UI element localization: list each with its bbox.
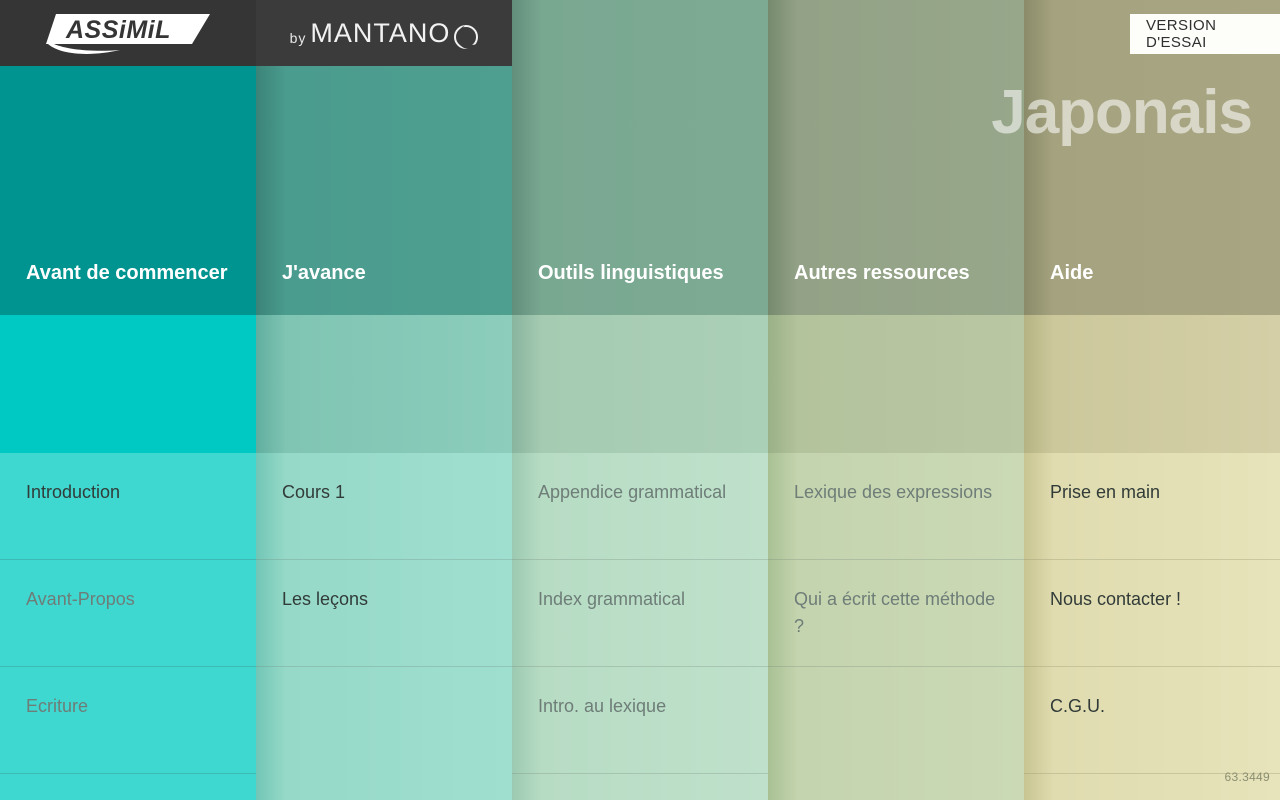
mantano-wordmark: by MANTANO: [290, 18, 479, 49]
item-list-outils-linguistiques: Appendice grammatical Index grammatical …: [512, 453, 768, 774]
trial-version-label: VERSION D'ESSAI: [1146, 17, 1217, 51]
item-list-avant-de-commencer: Introduction Avant-Propos Ecriture: [0, 453, 256, 774]
list-item[interactable]: Les leçons: [256, 560, 512, 667]
list-item-label: Intro. au lexique: [538, 696, 667, 716]
list-item-label: Appendice grammatical: [538, 482, 727, 502]
column-title: J'avance: [282, 261, 366, 284]
list-item-label: Les leçons: [282, 589, 369, 609]
moon-icon: [454, 25, 479, 49]
column-title: Outils linguistiques: [538, 261, 724, 284]
list-item-label: Introduction: [26, 482, 121, 502]
mantano-logo[interactable]: by MANTANO: [256, 0, 512, 66]
list-item[interactable]: Ecriture: [0, 667, 256, 774]
list-item-label: Index grammatical: [538, 589, 686, 609]
list-item[interactable]: Appendice grammatical: [512, 453, 768, 560]
mantano-name: MANTANO: [310, 17, 451, 48]
list-item-label: Lexique des expressions: [794, 482, 993, 502]
list-item[interactable]: Nous contacter !: [1024, 560, 1280, 667]
column-title: Avant de commencer: [26, 261, 228, 284]
trial-version-badge[interactable]: VERSION D'ESSAI: [1130, 14, 1280, 54]
item-list-autres-ressources: Lexique des expressions Qui a écrit cett…: [768, 453, 1024, 774]
list-item-label: Cours 1: [282, 482, 346, 502]
column-title: Aide: [1050, 261, 1094, 284]
list-item[interactable]: Index grammatical: [512, 560, 768, 667]
item-list-aide: Prise en main Nous contacter ! C.G.U.: [1024, 453, 1280, 774]
list-item[interactable]: Intro. au lexique: [512, 667, 768, 774]
svg-text:ASSiMiL: ASSiMiL: [65, 16, 171, 44]
app-root: Japonais ASSiMiL R by MANTANO VERSION D'…: [0, 0, 1280, 800]
list-item[interactable]: Introduction: [0, 453, 256, 560]
assimil-logo-mark: ASSiMiL R: [42, 10, 214, 56]
list-item-label: Prise en main: [1050, 482, 1161, 502]
list-item[interactable]: Lexique des expressions: [768, 453, 1024, 560]
list-item-label: Qui a écrit cette méthode ?: [794, 589, 996, 637]
assimil-logo[interactable]: ASSiMiL R: [0, 0, 256, 66]
mantano-by-label: by: [289, 30, 307, 46]
column-title: Autres ressources: [794, 261, 970, 284]
list-item[interactable]: C.G.U.: [1024, 667, 1280, 774]
app-version-label: 63.3449: [1224, 770, 1270, 784]
list-item-label: Avant-Propos: [26, 589, 135, 609]
list-item[interactable]: Qui a écrit cette méthode ?: [768, 560, 1024, 667]
list-item[interactable]: Prise en main: [1024, 453, 1280, 560]
list-item[interactable]: Avant-Propos: [0, 560, 256, 667]
list-item[interactable]: Cours 1: [256, 453, 512, 560]
list-item-label: Ecriture: [26, 696, 89, 716]
item-list-j-avance: Cours 1 Les leçons: [256, 453, 512, 774]
column-header-outils-linguistiques[interactable]: Outils linguistiques: [512, 0, 768, 315]
list-item-label: Nous contacter !: [1050, 589, 1182, 609]
list-item-empty: [256, 667, 512, 774]
list-item-empty: [768, 667, 1024, 774]
app-header: ASSiMiL R by MANTANO: [0, 0, 512, 66]
list-item-label: C.G.U.: [1050, 696, 1106, 716]
column-header-autres-ressources[interactable]: Autres ressources: [768, 0, 1024, 315]
column-item-lists: Introduction Avant-Propos Ecriture Cours…: [0, 453, 1280, 774]
